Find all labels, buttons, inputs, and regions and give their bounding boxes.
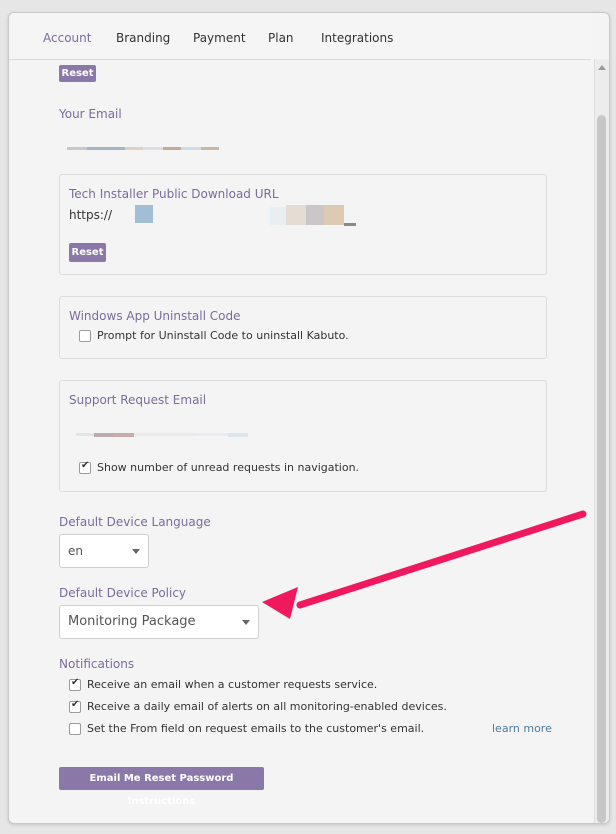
annotation-arrow-icon	[262, 510, 587, 619]
